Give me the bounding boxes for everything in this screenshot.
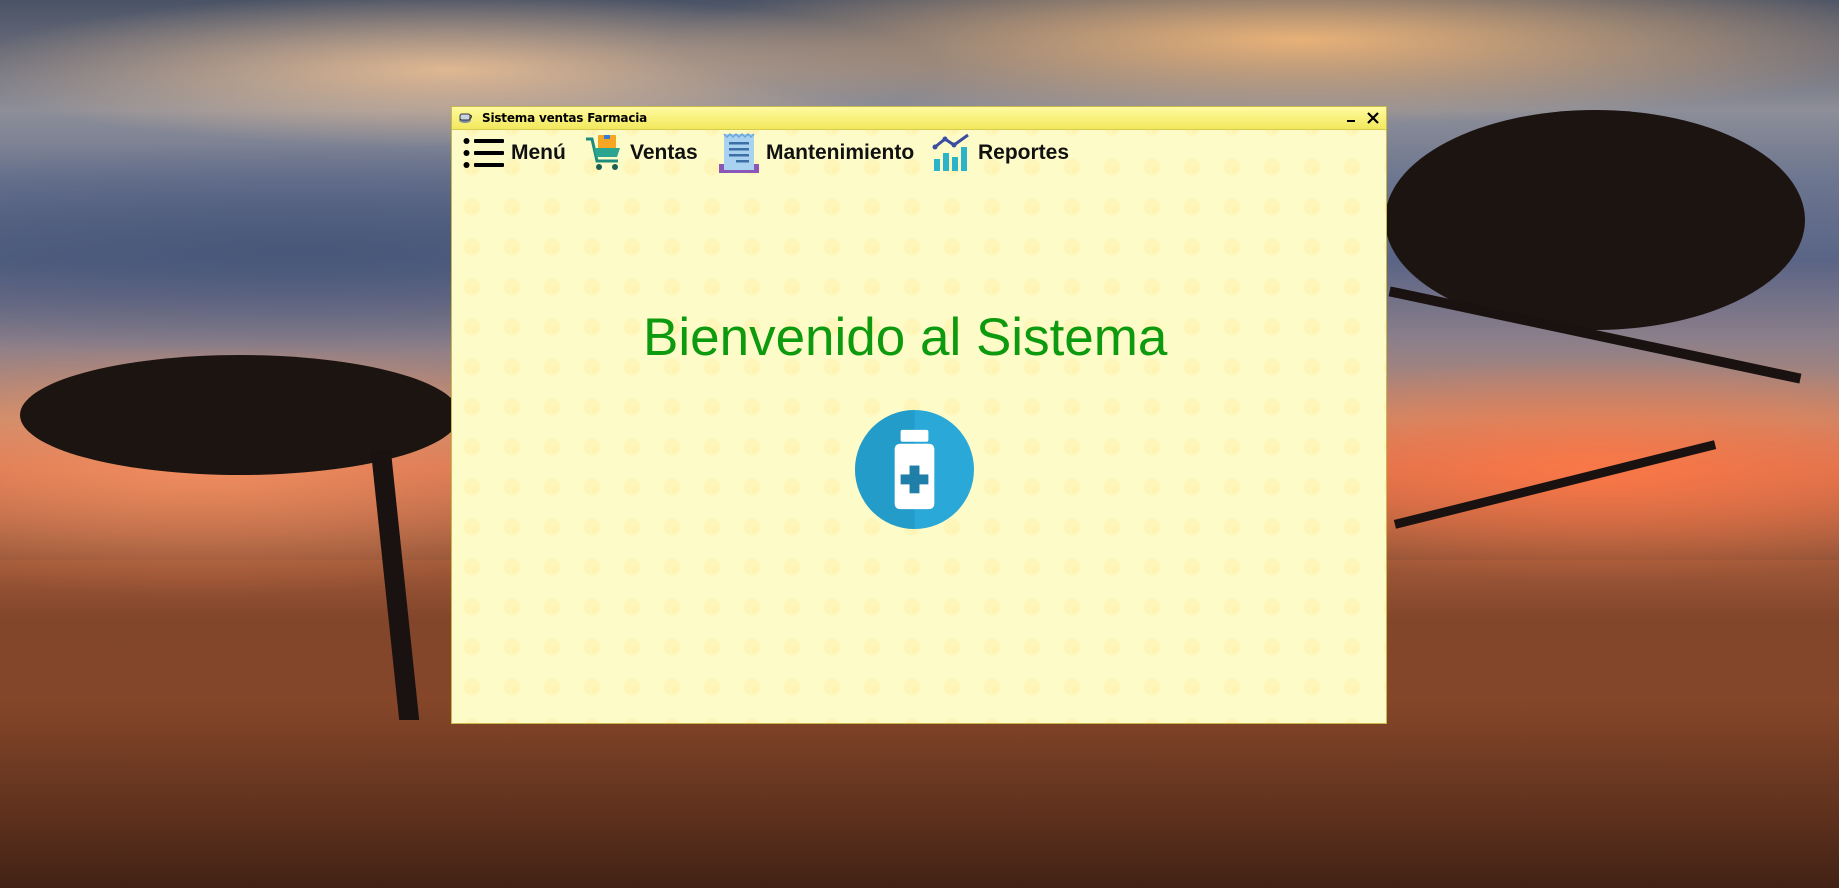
close-icon (1367, 112, 1379, 124)
window-title: Sistema ventas Farmacia (482, 111, 648, 125)
app-coffee-cup-icon (459, 113, 472, 123)
menu-item-menu[interactable]: Menú (463, 130, 566, 176)
close-button[interactable] (1363, 108, 1383, 128)
bar-chart-icon (932, 133, 969, 171)
menu-bar: Menú Ventas Mantenimiento Reportes (452, 130, 1386, 176)
menu-label-menu: Menú (511, 141, 566, 164)
left-tree-canopy (20, 355, 460, 475)
menu-label-ventas: Ventas (630, 141, 698, 164)
minimize-icon (1347, 120, 1355, 122)
menu-item-ventas[interactable]: Ventas (584, 130, 698, 176)
welcome-heading: Bienvenido al Sistema (643, 308, 1168, 367)
menu-label-mantenimiento: Mantenimiento (766, 141, 915, 164)
receipt-document-icon (719, 132, 759, 173)
menu-item-reportes[interactable]: Reportes (932, 130, 1069, 176)
title-bar[interactable]: Sistema ventas Farmacia (452, 107, 1386, 130)
menu-item-mantenimiento[interactable]: Mantenimiento (718, 130, 914, 176)
hamburger-list-icon (463, 138, 504, 168)
minimize-button[interactable] (1341, 108, 1361, 128)
right-tree-branch-lower (1393, 440, 1717, 529)
right-tree-canopy (1385, 110, 1805, 330)
main-window: Sistema ventas Farmacia Menú Ventas Mant… (451, 106, 1387, 724)
shopping-cart-icon (586, 135, 620, 170)
medicine-bottle-icon (855, 410, 974, 529)
menu-label-reportes: Reportes (978, 141, 1070, 164)
